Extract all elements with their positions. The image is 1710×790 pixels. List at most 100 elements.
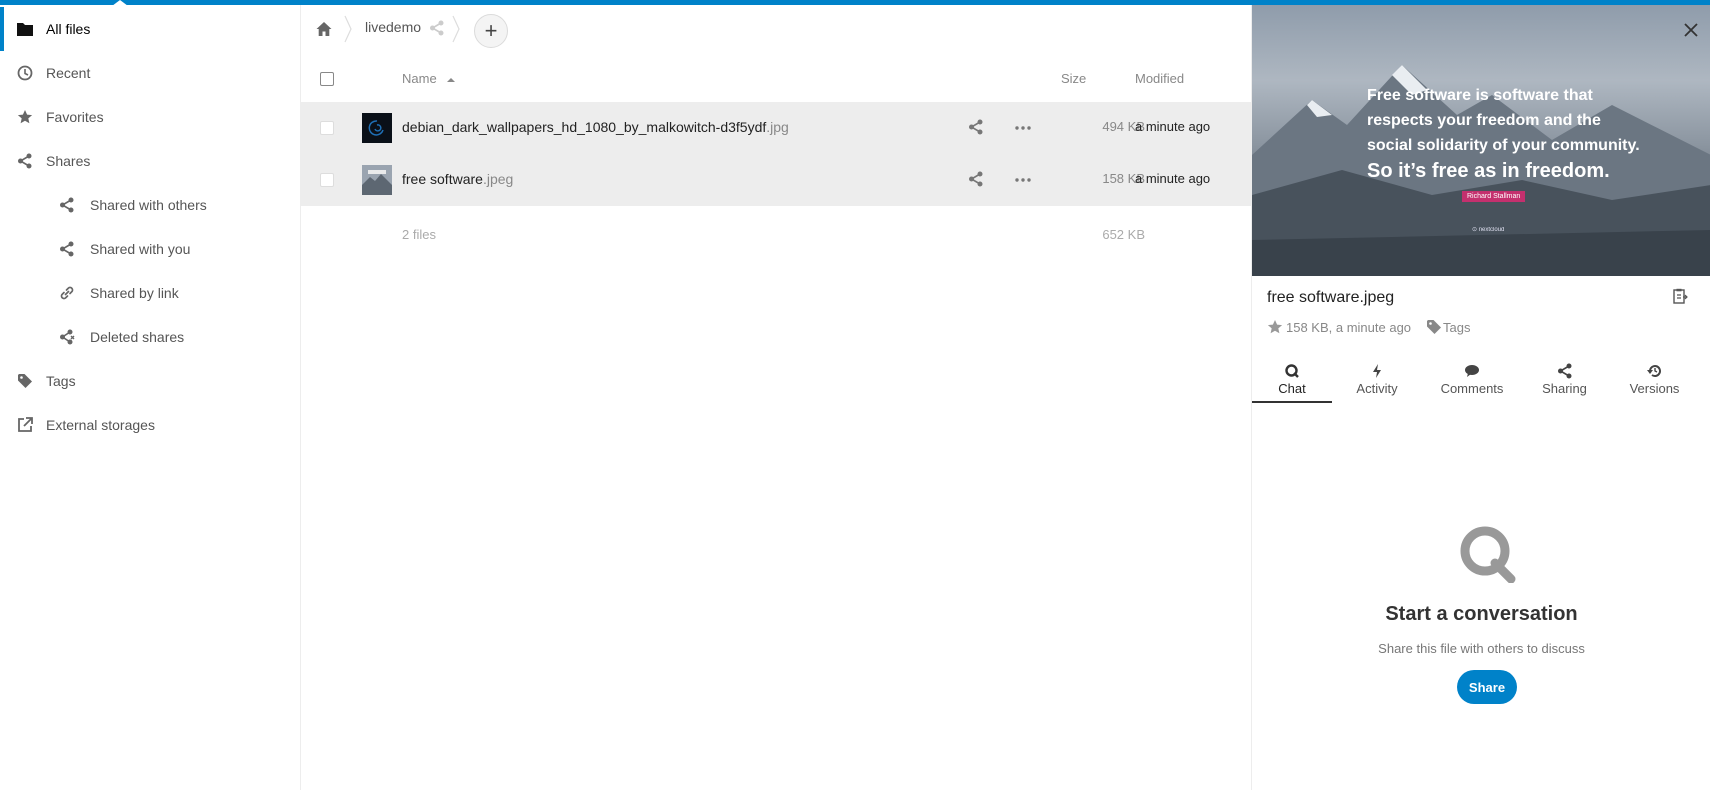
activity-icon bbox=[1373, 364, 1381, 378]
sidebar-item-label: Shared with you bbox=[90, 241, 191, 257]
favorite-star-icon[interactable] bbox=[1267, 319, 1283, 335]
table-row[interactable]: debian_dark_wallpapers_hd_1080_by_malkow… bbox=[301, 102, 1251, 154]
details-tabs: Chat Activity Comments Sharing Versions bbox=[1252, 355, 1710, 403]
sidebar-item-recent[interactable]: Recent bbox=[0, 51, 300, 95]
close-icon[interactable] bbox=[1682, 21, 1700, 39]
empty-state-subtitle: Share this file with others to discuss bbox=[1378, 641, 1585, 656]
sidebar-item-tags[interactable]: Tags bbox=[0, 359, 300, 403]
external-icon bbox=[16, 416, 34, 434]
sidebar-item-label: External storages bbox=[46, 417, 155, 433]
tag-icon bbox=[16, 372, 34, 390]
sidebar-item-label: Tags bbox=[46, 373, 76, 389]
details-size-date: 158 KB, a minute ago bbox=[1286, 319, 1412, 335]
file-list-area: livedemo + Name Size Modified debian_dar… bbox=[301, 5, 1251, 790]
preview-author-tag: Richard Stallman bbox=[1462, 191, 1526, 202]
tab-label: Sharing bbox=[1542, 381, 1587, 396]
chat-icon bbox=[1285, 364, 1299, 378]
details-sidebar: Free software is software that respects … bbox=[1251, 5, 1710, 790]
sidebar-item-label: Deleted shares bbox=[90, 329, 185, 345]
breadcrumb-folder[interactable]: livedemo bbox=[365, 19, 421, 35]
share-icon bbox=[58, 240, 76, 258]
empty-state-title: Start a conversation bbox=[1385, 603, 1578, 625]
share-icon[interactable] bbox=[968, 171, 986, 189]
tab-versions[interactable]: Versions bbox=[1607, 355, 1702, 403]
preview-watermark: ⊙ nextcloud bbox=[1472, 227, 1505, 233]
breadcrumb: livedemo + bbox=[301, 5, 1251, 53]
deleted-share-icon bbox=[58, 328, 76, 346]
sidebar-item-external-storages[interactable]: External storages bbox=[0, 403, 300, 447]
column-header-name[interactable]: Name bbox=[402, 71, 456, 86]
clipboard-icon[interactable] bbox=[1672, 288, 1690, 306]
file-name[interactable]: free software.jpeg bbox=[402, 171, 513, 187]
file-count: 2 files bbox=[402, 227, 436, 242]
share-icon bbox=[58, 196, 76, 214]
file-name[interactable]: debian_dark_wallpapers_hd_1080_by_malkow… bbox=[402, 119, 789, 135]
share-icon bbox=[16, 152, 34, 170]
sidebar-item-label: Shared by link bbox=[90, 285, 179, 301]
history-icon bbox=[1646, 365, 1661, 377]
file-thumbnail bbox=[362, 165, 392, 195]
breadcrumb-separator bbox=[344, 15, 352, 43]
tab-activity[interactable]: Activity bbox=[1332, 355, 1422, 403]
file-modified: a minute ago bbox=[1135, 119, 1211, 134]
home-icon[interactable] bbox=[315, 20, 333, 38]
tab-chat[interactable]: Chat bbox=[1252, 355, 1332, 403]
tag-icon[interactable] bbox=[1426, 319, 1442, 335]
column-header-size[interactable]: Size bbox=[1061, 71, 1086, 86]
sidebar-item-shared-with-you[interactable]: Shared with you bbox=[0, 227, 300, 271]
sidebar-item-deleted-shares[interactable]: Deleted shares bbox=[0, 315, 300, 359]
sidebar-item-label: Favorites bbox=[46, 109, 104, 125]
details-file-name: free software.jpeg bbox=[1267, 289, 1395, 306]
row-checkbox[interactable] bbox=[320, 173, 334, 187]
file-basename: free software bbox=[402, 171, 483, 187]
preview-line: social solidarity of your community. bbox=[1367, 137, 1640, 154]
sidebar-item-shared-with-others[interactable]: Shared with others bbox=[0, 183, 300, 227]
column-header-label: Name bbox=[402, 71, 437, 86]
file-extension: .jpeg bbox=[482, 171, 514, 187]
share-icon[interactable] bbox=[968, 119, 986, 137]
select-all-checkbox[interactable] bbox=[320, 72, 334, 86]
share-button[interactable]: Share bbox=[1457, 670, 1517, 704]
preview-line: Free software is software that bbox=[1367, 87, 1593, 104]
tab-label: Chat bbox=[1278, 381, 1306, 396]
sidebar-item-label: Shares bbox=[46, 153, 91, 169]
share-icon[interactable] bbox=[429, 20, 447, 38]
star-icon bbox=[16, 108, 34, 126]
sidebar-item-label: Recent bbox=[46, 65, 91, 81]
table-row[interactable]: free software.jpeg 158 KB a minute ago bbox=[301, 154, 1251, 206]
file-size: 494 KB bbox=[1102, 119, 1145, 134]
tab-sharing[interactable]: Sharing bbox=[1522, 355, 1607, 403]
tab-label: Versions bbox=[1629, 381, 1680, 396]
sort-ascending-icon bbox=[447, 77, 456, 82]
sidebar-item-shared-by-link[interactable]: Shared by link bbox=[0, 271, 300, 315]
tab-comments[interactable]: Comments bbox=[1422, 355, 1522, 403]
row-checkbox[interactable] bbox=[320, 121, 334, 135]
file-extension: .jpg bbox=[766, 119, 789, 135]
sidebar-item-shares[interactable]: Shares bbox=[0, 139, 300, 183]
file-summary: 2 files 652 KB bbox=[301, 215, 1251, 255]
sidebar-item-label: Shared with others bbox=[90, 197, 207, 213]
sidebar-item-favorites[interactable]: Favorites bbox=[0, 95, 300, 139]
file-table-header: Name Size Modified bbox=[301, 55, 1251, 103]
file-thumbnail bbox=[362, 113, 392, 143]
clock-icon bbox=[16, 64, 34, 82]
column-header-modified[interactable]: Modified bbox=[1135, 71, 1184, 86]
tags-link[interactable]: Tags bbox=[1443, 320, 1470, 335]
sidebar-item-all-files[interactable]: All files bbox=[0, 7, 300, 51]
file-size: 158 KB bbox=[1102, 171, 1145, 186]
share-icon bbox=[1557, 363, 1571, 379]
more-actions-icon[interactable] bbox=[1014, 119, 1032, 137]
comments-icon bbox=[1465, 365, 1479, 377]
details-meta: 158 KB, a minute ago Tags bbox=[1267, 319, 1471, 335]
chat-empty-icon bbox=[1460, 526, 1516, 583]
link-icon bbox=[58, 284, 76, 302]
folder-icon bbox=[16, 20, 34, 38]
sidebar-item-label: All files bbox=[46, 21, 91, 37]
more-actions-icon[interactable] bbox=[1014, 171, 1032, 189]
navigation-sidebar: All files Recent Favorites Shares Shared… bbox=[0, 5, 301, 790]
total-size: 652 KB bbox=[1102, 227, 1145, 242]
file-preview: Free software is software that respects … bbox=[1252, 5, 1710, 276]
new-file-button[interactable]: + bbox=[474, 14, 508, 48]
tab-label: Comments bbox=[1440, 381, 1504, 396]
file-basename: debian_dark_wallpapers_hd_1080_by_malkow… bbox=[402, 119, 767, 135]
